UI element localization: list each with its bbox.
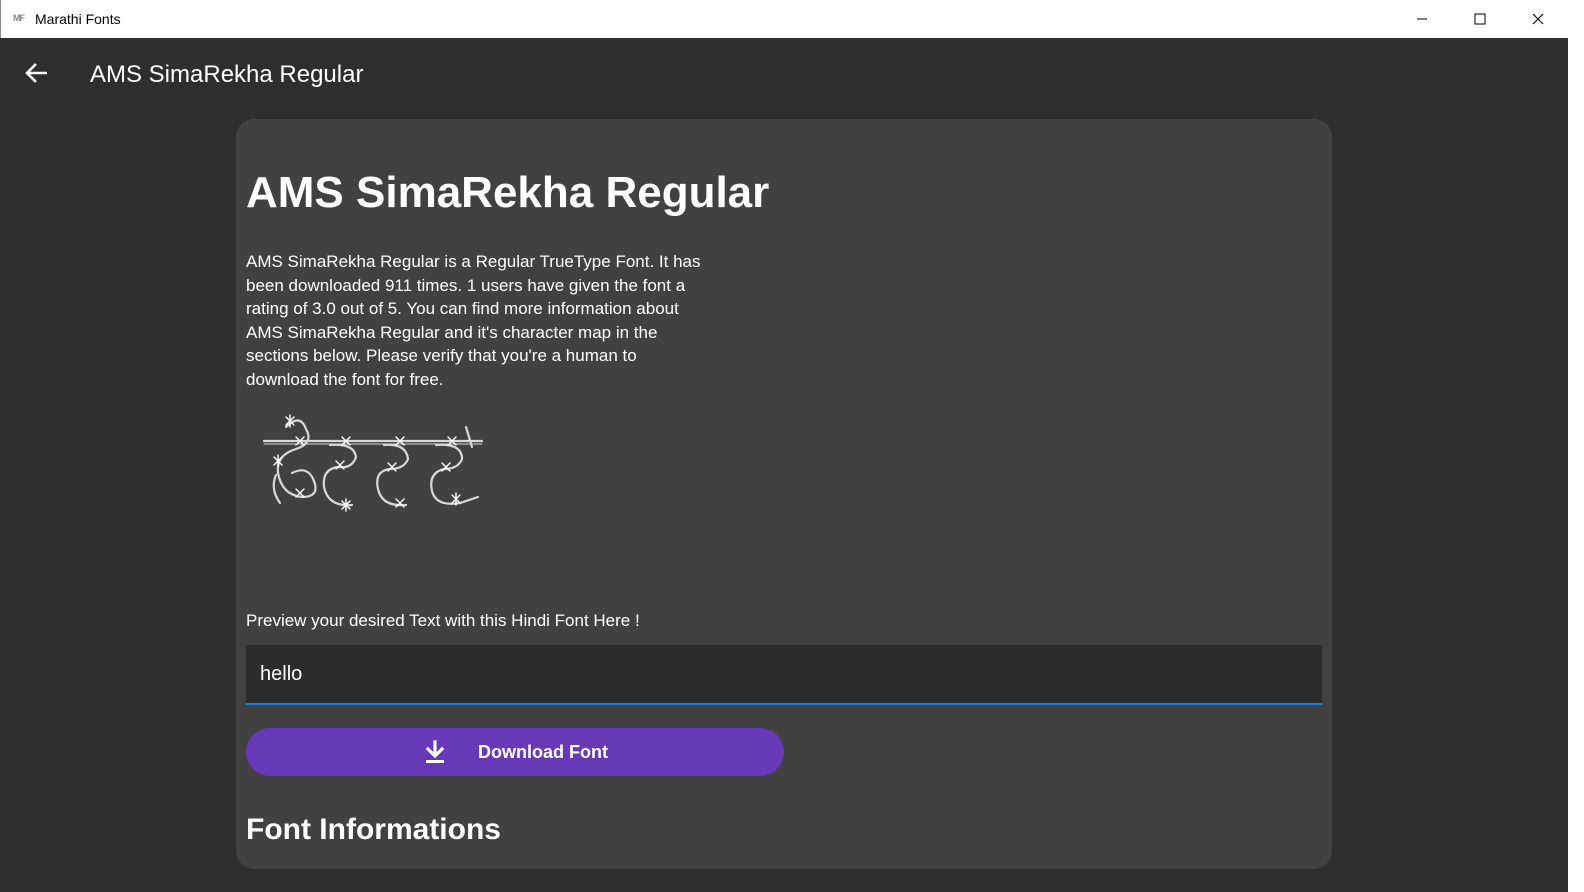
app-window: MF Marathi Fonts AMS SimaRekha Regular A…	[0, 0, 1584, 892]
window-title: Marathi Fonts	[35, 11, 121, 27]
back-button[interactable]	[18, 56, 54, 90]
maximize-icon	[1474, 13, 1486, 25]
font-description: AMS SimaRekha Regular is a Regular TrueT…	[246, 252, 701, 389]
arrow-left-icon	[25, 63, 47, 83]
minimize-button[interactable]	[1399, 0, 1445, 38]
download-font-label: Download Font	[478, 742, 608, 762]
font-informations-heading: Font Informations	[246, 813, 501, 846]
close-button[interactable]	[1515, 0, 1561, 38]
maximize-button[interactable]	[1457, 0, 1503, 38]
minimize-icon	[1417, 18, 1427, 20]
close-icon	[1532, 13, 1544, 25]
download-font-button[interactable]: Download Font	[246, 728, 784, 776]
font-detail-card: AMS SimaRekha Regular AMS SimaRekha Regu…	[236, 119, 1332, 869]
page-header-title: AMS SimaRekha Regular	[90, 61, 364, 88]
title-bar: MF Marathi Fonts	[0, 0, 1568, 38]
window-edge	[1568, 0, 1584, 892]
preview-input-container	[246, 645, 1322, 705]
preview-label: Preview your desired Text with this Hind…	[246, 611, 640, 630]
font-title: AMS SimaRekha Regular	[246, 168, 770, 217]
font-sample-image	[262, 414, 484, 512]
download-icon	[425, 740, 445, 763]
app-logo-icon: MF	[13, 13, 25, 23]
preview-text-input[interactable]	[246, 645, 1322, 703]
